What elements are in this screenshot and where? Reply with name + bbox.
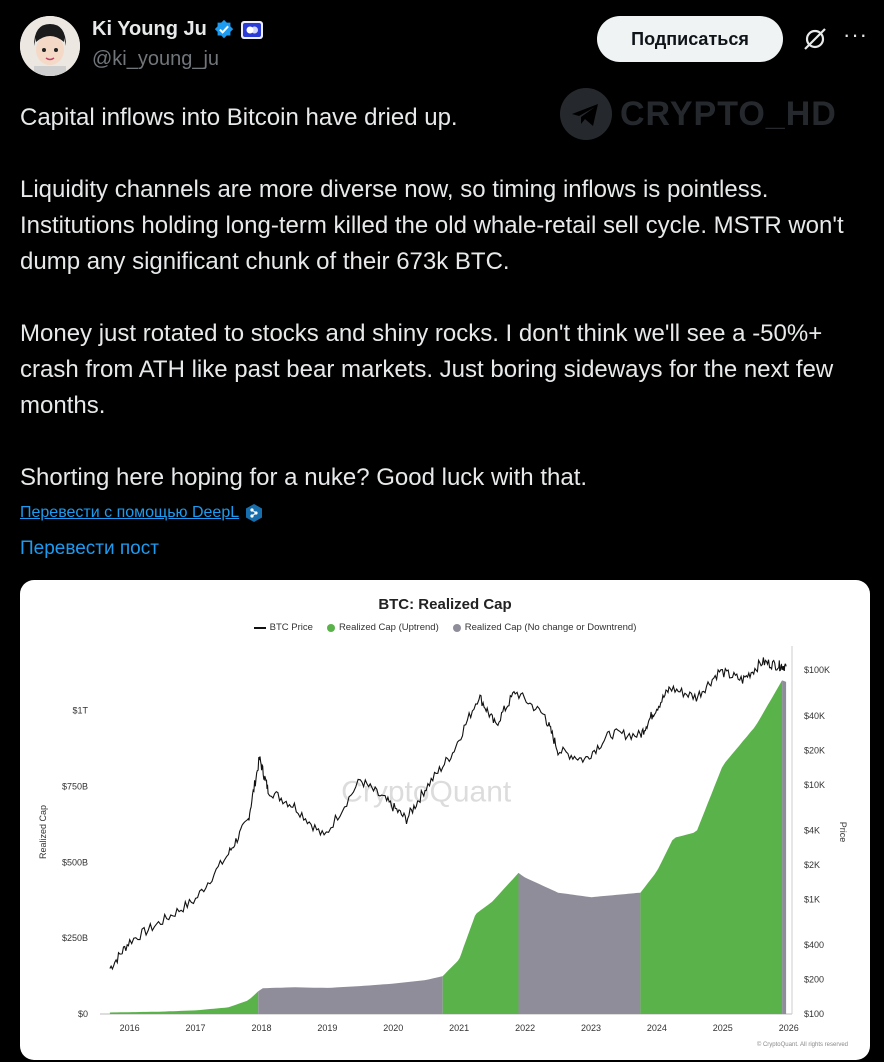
y2-tick-label: $100 — [804, 1009, 824, 1019]
post-text: Capital inflows into Bitcoin have dried … — [20, 100, 870, 496]
y2-tick-label: $200 — [804, 975, 824, 985]
chart-image[interactable]: BTC: Realized Cap BTC Price Realized Cap… — [20, 580, 870, 1060]
realized-cap-area-uptrend — [640, 680, 783, 1014]
y2-axis-label: Price — [838, 822, 848, 843]
post-paragraph: Money just rotated to stocks and shiny r… — [20, 320, 840, 419]
x-tick-label: 2016 — [120, 1023, 140, 1033]
y2-tick-label: $4K — [804, 825, 820, 835]
y-tick-label: $750B — [62, 782, 88, 792]
grok-icon[interactable] — [802, 26, 828, 52]
translate-post-link[interactable]: Перевести пост — [20, 538, 159, 560]
post-paragraph: Shorting here hoping for a nuke? Good lu… — [20, 464, 588, 491]
deepl-icon — [246, 504, 263, 522]
x-tick-label: 2022 — [515, 1023, 535, 1033]
translate-deepl-label[interactable]: Перевести с помощью DeepL — [20, 504, 239, 522]
y2-tick-label: $2K — [804, 860, 820, 870]
affiliate-logo-icon[interactable] — [240, 20, 263, 39]
y2-tick-label: $1K — [804, 894, 820, 904]
realized-cap-area-downtrend — [518, 872, 641, 1014]
post-paragraph: Liquidity channels are more diverse now,… — [20, 176, 851, 275]
realized-cap-area-downtrend — [258, 976, 443, 1014]
y-tick-label: $250B — [62, 933, 88, 943]
realized-cap-chart: $0 $250B $500B $750B $1T $100 $200 $400 $1K $2K $4… — [38, 646, 848, 1048]
y2-tick-label: $20K — [804, 745, 825, 755]
user-handle[interactable]: @ki_young_ju — [92, 48, 219, 71]
x-tick-label: 2023 — [581, 1023, 601, 1033]
x-tick-label: 2019 — [317, 1023, 337, 1033]
y-tick-label: $1T — [72, 706, 88, 716]
x-tick-label: 2025 — [713, 1023, 733, 1033]
y2-tick-label: $400 — [804, 940, 824, 950]
y2-tick-label: $100K — [804, 665, 830, 675]
x-tick-label: 2018 — [251, 1023, 271, 1033]
x-tick-label: 2024 — [647, 1023, 667, 1033]
verified-badge-icon — [214, 19, 233, 38]
avatar[interactable] — [20, 16, 80, 76]
x-tick-label: 2017 — [186, 1023, 206, 1033]
x-tick-label: 2026 — [779, 1023, 799, 1033]
realized-cap-area-uptrend — [109, 991, 259, 1014]
x-tick-label: 2021 — [449, 1023, 469, 1033]
y2-tick-label: $10K — [804, 780, 825, 790]
chart-footer: © CryptoQuant. All rights reserved — [757, 1041, 848, 1048]
follow-button[interactable]: Подписаться — [597, 16, 783, 62]
post-paragraph: Capital inflows into Bitcoin have dried … — [20, 104, 458, 131]
cryptoquant-watermark: CryptoQuant — [341, 776, 512, 809]
x-tick-label: 2020 — [383, 1023, 403, 1033]
realized-cap-area-downtrend — [782, 680, 787, 1014]
translate-deepl-link[interactable]: Перевести с помощью DeepL — [20, 503, 263, 523]
y2-tick-label: $40K — [804, 711, 825, 721]
y-axis-label: Realized Cap — [38, 805, 48, 859]
y-tick-label: $500B — [62, 857, 88, 867]
display-name[interactable]: Ki Young Ju — [92, 18, 207, 41]
y-tick-label: $0 — [78, 1009, 88, 1019]
realized-cap-area-uptrend — [442, 872, 519, 1014]
more-options-button[interactable]: ··· — [843, 22, 868, 48]
